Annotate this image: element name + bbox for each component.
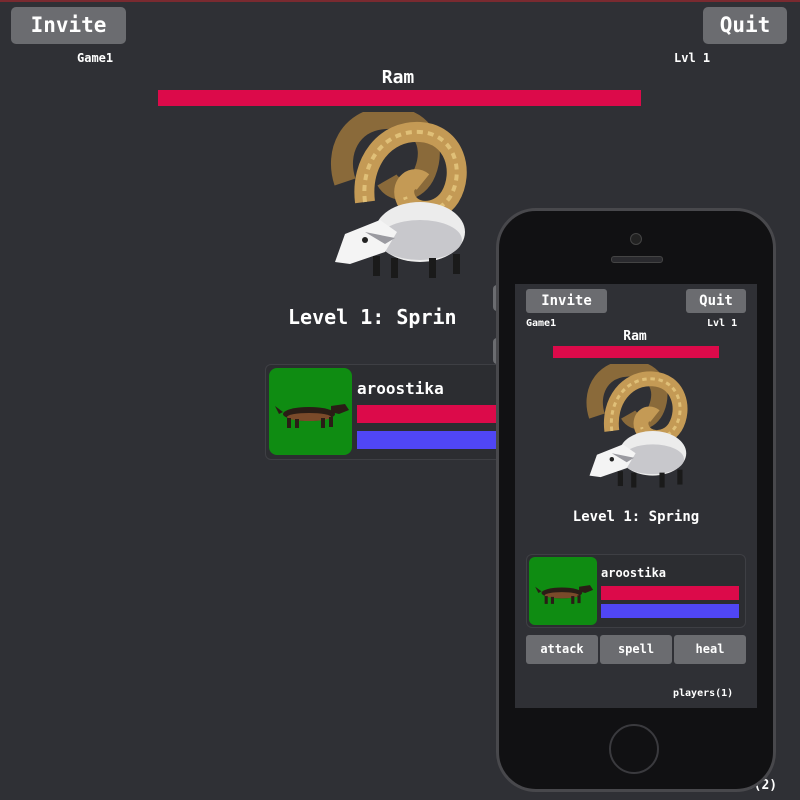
phone-players-count: players(1) (673, 688, 734, 699)
phone-camera-icon (630, 233, 642, 245)
phone-boss-name: Ram (623, 329, 647, 344)
player-portrait (269, 368, 352, 455)
game-name-label: Game1 (77, 51, 114, 65)
spell-button[interactable]: spell (600, 635, 672, 664)
phone-quit-button[interactable]: Quit (686, 289, 746, 313)
window-top-border (0, 0, 800, 2)
ram-sprite-icon (325, 112, 470, 280)
level-short-label: Lvl 1 (674, 51, 711, 65)
player-health-bar (357, 405, 499, 423)
player-mana-bar (357, 431, 499, 449)
invite-button[interactable]: Invite (11, 7, 126, 44)
phone-game-name-label: Game1 (526, 318, 557, 329)
boss-name: Ram (381, 67, 415, 88)
boss-health-bar (158, 90, 641, 106)
phone-screen: Invite Quit Game1 Lvl 1 Ram Level 1: Spr… (515, 284, 757, 708)
phone-player-health-bar (601, 586, 739, 600)
level-title: Level 1: Sprin (288, 305, 457, 329)
dachshund-icon (275, 404, 349, 428)
player-name: aroostika (357, 379, 444, 398)
phone-home-button[interactable] (609, 724, 659, 774)
phone-ram-sprite-icon (581, 364, 691, 489)
attack-button[interactable]: attack (526, 635, 598, 664)
heal-button[interactable]: heal (674, 635, 746, 664)
phone-player-portrait (529, 557, 597, 625)
phone-player-mana-bar (601, 604, 739, 618)
phone-speaker-icon (611, 256, 663, 263)
phone-level-short-label: Lvl 1 (707, 318, 738, 329)
phone-dachshund-icon (535, 585, 594, 604)
phone-boss-health-bar (553, 346, 719, 358)
phone-level-title: Level 1: Spring (572, 509, 700, 525)
phone-invite-button[interactable]: Invite (526, 289, 607, 313)
phone-player-name: aroostika (601, 566, 667, 580)
quit-button[interactable]: Quit (703, 7, 787, 44)
